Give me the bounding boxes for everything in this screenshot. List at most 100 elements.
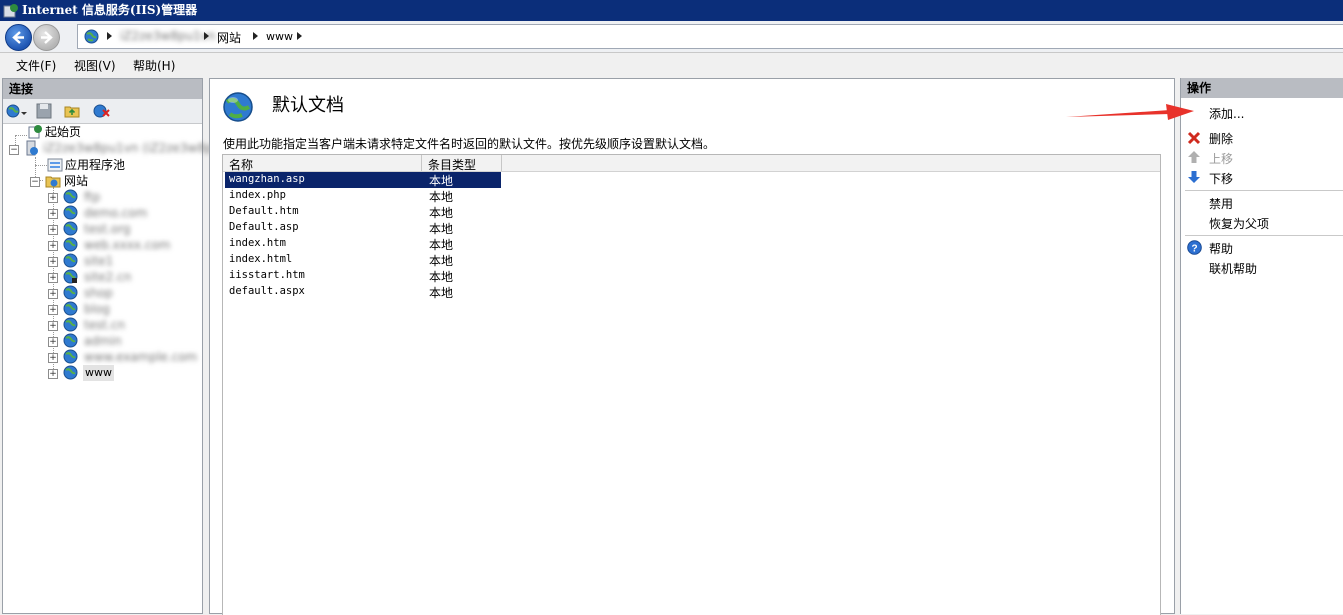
entry-type: 本地 xyxy=(429,254,454,268)
list-row[interactable]: Default.asp 本地 xyxy=(225,220,501,236)
tree-label: www.example.com xyxy=(84,350,198,364)
tree-label: test.org xyxy=(84,222,131,236)
actions-pane: 操作 添加... 删除 上移 下移 禁用 恢复为父项 ? 帮助 联机帮助 xyxy=(1180,78,1343,614)
breadcrumb-server[interactable]: iZ2ze3w8pu1vn xyxy=(120,29,216,43)
move-down-action[interactable]: 下移 xyxy=(1209,170,1233,187)
disconnect-icon[interactable] xyxy=(93,103,111,119)
globe-icon xyxy=(84,29,99,44)
expander-plus-icon[interactable]: + xyxy=(48,289,58,299)
expander-plus-icon[interactable]: + xyxy=(48,241,58,251)
expander-minus-icon[interactable]: − xyxy=(9,145,19,155)
entry-type: 本地 xyxy=(429,286,454,300)
tree-label: 应用程序池 xyxy=(65,158,126,172)
feature-description: 使用此功能指定当客户端未请求特定文件名时返回的默认文件。按优先级顺序设置默认文档… xyxy=(223,137,716,151)
entry-type: 本地 xyxy=(429,206,454,220)
back-arrow-icon xyxy=(12,31,24,44)
site-globe-icon xyxy=(63,365,78,380)
actions-header: 操作 xyxy=(1181,78,1343,98)
tree-label: demo.com xyxy=(84,206,148,220)
expander-plus-icon[interactable]: + xyxy=(48,321,58,331)
list-row[interactable]: default.aspx 本地 xyxy=(225,284,501,300)
add-action[interactable]: 添加... xyxy=(1209,105,1244,122)
navigation-bar: iZ2ze3w8pu1vn 网站 www xyxy=(0,21,1343,53)
list-row[interactable]: index.php 本地 xyxy=(225,188,501,204)
column-header-entry-type[interactable]: 条目类型 xyxy=(428,156,476,173)
connections-header: 连接 xyxy=(3,79,202,99)
list-row[interactable]: iisstart.htm 本地 xyxy=(225,268,501,284)
tree-label: www xyxy=(83,365,114,381)
online-help-action[interactable]: 联机帮助 xyxy=(1209,260,1257,277)
expander-plus-icon[interactable]: + xyxy=(48,193,58,203)
expander-plus-icon[interactable]: + xyxy=(48,257,58,267)
server-icon xyxy=(26,140,38,156)
page-title: 默认文档 xyxy=(272,95,344,116)
default-document-globe-icon xyxy=(223,92,253,122)
list-row[interactable]: index.html 本地 xyxy=(225,252,501,268)
tree-label: shop xyxy=(84,286,113,300)
forward-button[interactable] xyxy=(33,24,60,51)
entry-type: 本地 xyxy=(429,174,454,188)
menu-help[interactable]: 帮助(H) xyxy=(133,57,175,74)
expander-plus-icon[interactable]: + xyxy=(48,369,58,379)
entry-type: 本地 xyxy=(429,270,454,284)
site-globe-icon xyxy=(63,333,78,348)
save-icon[interactable] xyxy=(36,103,52,119)
breadcrumb-sites[interactable]: 网站 xyxy=(217,29,241,46)
site-globe-icon xyxy=(63,205,78,220)
menu-file[interactable]: 文件(F) xyxy=(16,57,56,74)
breadcrumb-arrow-icon[interactable] xyxy=(204,32,209,40)
breadcrumb-arrow-icon[interactable] xyxy=(107,32,112,40)
document-name: Default.asp xyxy=(229,221,299,233)
sites-folder-icon xyxy=(45,176,61,188)
move-up-arrow-icon xyxy=(1188,151,1200,163)
document-name: iisstart.htm xyxy=(229,269,305,281)
title-bar: Internet 信息服务(IIS)管理器 xyxy=(0,0,1343,21)
tree-label: ftp xyxy=(84,190,101,204)
expander-plus-icon[interactable]: + xyxy=(48,305,58,315)
site-globe-icon xyxy=(63,349,78,364)
svg-text:?: ? xyxy=(1191,244,1197,255)
remove-action[interactable]: 删除 xyxy=(1209,130,1233,147)
revert-to-parent-action[interactable]: 恢复为父项 xyxy=(1209,215,1269,232)
default-documents-list[interactable]: 名称 条目类型 wangzhan.asp 本地 index.php 本地 Def… xyxy=(222,154,1161,615)
menu-view[interactable]: 视图(V) xyxy=(74,57,116,74)
connections-pane: 连接 起始页 − iZ2ze3w8pu1vn (iZ2ze3w8pu1vn\Ad… xyxy=(2,78,333,614)
connections-toolbar xyxy=(3,99,202,124)
entry-type: 本地 xyxy=(429,190,454,204)
tree-label: site2.cn xyxy=(84,270,132,284)
expander-plus-icon[interactable]: + xyxy=(48,209,58,219)
document-name: wangzhan.asp xyxy=(229,173,305,185)
site-globe-icon xyxy=(63,237,78,252)
move-up-action[interactable]: 上移 xyxy=(1209,150,1233,167)
site-globe-icon xyxy=(63,221,78,236)
site-globe-icon xyxy=(63,317,78,332)
help-action[interactable]: 帮助 xyxy=(1209,240,1233,257)
document-name: default.aspx xyxy=(229,285,305,297)
expander-plus-icon[interactable]: + xyxy=(48,353,58,363)
tree-label: admin xyxy=(84,334,122,348)
tree-label: site1 xyxy=(84,254,114,268)
expander-minus-icon[interactable]: − xyxy=(30,177,40,187)
move-down-arrow-icon xyxy=(1188,171,1200,183)
disable-action[interactable]: 禁用 xyxy=(1209,195,1233,212)
list-row[interactable]: index.htm 本地 xyxy=(225,236,501,252)
breadcrumb-site-www[interactable]: www xyxy=(266,30,293,43)
expander-plus-icon[interactable]: + xyxy=(48,337,58,347)
forward-arrow-icon xyxy=(41,31,53,44)
address-bar[interactable]: iZ2ze3w8pu1vn 网站 www xyxy=(77,24,1343,49)
document-name: index.html xyxy=(229,253,293,265)
up-folder-icon[interactable] xyxy=(64,103,80,119)
breadcrumb-arrow-icon[interactable] xyxy=(297,32,302,40)
feature-pane: 默认文档 使用此功能指定当客户端未请求特定文件名时返回的默认文件。按优先级顺序设… xyxy=(209,78,1175,615)
list-row[interactable]: Default.htm 本地 xyxy=(225,204,501,220)
expander-plus-icon[interactable]: + xyxy=(48,273,58,283)
help-icon: ? xyxy=(1187,240,1202,255)
list-row-selected[interactable]: wangzhan.asp 本地 xyxy=(225,172,501,188)
back-button[interactable] xyxy=(5,24,32,51)
connect-globe-icon[interactable] xyxy=(6,103,28,119)
column-header-name[interactable]: 名称 xyxy=(229,156,253,173)
document-name: Default.htm xyxy=(229,205,299,217)
start-page-icon xyxy=(28,125,42,139)
breadcrumb-arrow-icon[interactable] xyxy=(253,32,258,40)
expander-plus-icon[interactable]: + xyxy=(48,225,58,235)
